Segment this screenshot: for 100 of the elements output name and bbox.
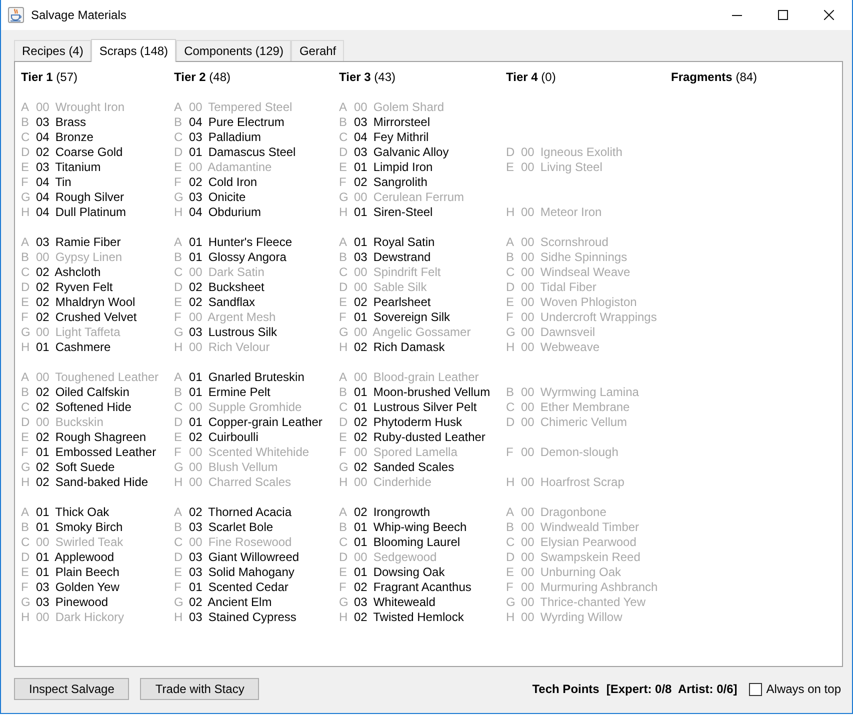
slot-letter: F	[21, 445, 30, 460]
slot-letter: E	[174, 565, 184, 580]
material-entry: 00 Sidhe Spinnings	[521, 250, 628, 265]
slot-letter: H	[506, 205, 516, 220]
slot-letter: C	[174, 265, 184, 280]
action-button[interactable]: Inspect Salvage	[14, 678, 130, 700]
slot-letter: F	[506, 310, 514, 325]
tab[interactable]: Components (129)	[176, 40, 292, 61]
material-entry: 03 Golden Yew	[36, 580, 120, 595]
slot-letter: A	[21, 235, 30, 250]
slot-letter: E	[21, 160, 30, 175]
slot-letter: E	[339, 160, 348, 175]
slot-letter: B	[339, 250, 348, 265]
slot-letter: B	[21, 385, 30, 400]
material-entry: 02 Sanded Scales	[354, 460, 454, 475]
close-icon	[824, 10, 834, 20]
slot-letter: D	[339, 145, 349, 160]
slot-letter: B	[174, 115, 184, 130]
material-entry: 00 Gypsy Linen	[36, 250, 122, 265]
slot-letter: H	[339, 610, 349, 625]
slot-letter: C	[21, 535, 31, 550]
tab[interactable]: Recipes (4)	[14, 40, 92, 61]
slot-letter: A	[506, 235, 516, 250]
slot-letter: C	[174, 535, 184, 550]
slot-letter: E	[339, 295, 348, 310]
material-entry: 01 Lustrous Silver Pelt	[354, 400, 477, 415]
material-entry: 03 Pinewood	[36, 595, 108, 610]
material-entry: 01 Limpid Iron	[354, 160, 433, 175]
slot-letter: H	[174, 475, 184, 490]
material-entry: 02 Ruby-dusted Leather	[354, 430, 486, 445]
checkbox[interactable]	[749, 682, 762, 696]
slot-letter: F	[506, 580, 514, 595]
slot-letter: F	[21, 175, 30, 190]
material-entry: 02 Mhaldryn Wool	[36, 295, 136, 310]
material-entry: 02 Coarse Gold	[36, 145, 123, 160]
slot-letter: A	[339, 505, 348, 520]
material-entry: 00 Unburning Oak	[521, 565, 622, 580]
material-entry: 00 Adamantine	[189, 160, 272, 175]
tab[interactable]: Scraps (148)	[91, 39, 176, 62]
material-entry: 00 Sedgewood	[354, 550, 437, 565]
material-entry: 02 Phytoderm Husk	[354, 415, 462, 430]
material-entry: 01 Embossed Leather	[36, 445, 156, 460]
column-heading: Tier 1 (57)	[21, 70, 78, 85]
material-entry: 04 Bronze	[36, 130, 94, 145]
slot-letter: B	[174, 385, 184, 400]
slot-letter: A	[21, 505, 30, 520]
slot-letter: C	[21, 400, 31, 415]
slot-letter: H	[174, 205, 184, 220]
slot-letter: G	[339, 595, 350, 610]
slot-letter: A	[174, 235, 184, 250]
material-entry: 00 Supple Gromhide	[189, 400, 302, 415]
slot-letter: C	[506, 265, 516, 280]
material-entry: 00 Webweave	[521, 340, 600, 355]
slot-letter: G	[174, 325, 184, 340]
slot-letter: A	[339, 100, 348, 115]
material-entry: 00 Swampskein Reed	[521, 550, 640, 565]
material-entry: 04 Pure Electrum	[189, 115, 284, 130]
slot-letter: D	[506, 145, 516, 160]
slot-letter: G	[339, 460, 350, 475]
slot-letter: G	[21, 460, 32, 475]
material-entry: 02 Ashcloth	[36, 265, 101, 280]
slot-letter: F	[174, 445, 182, 460]
slot-letter: E	[21, 430, 30, 445]
material-entry: 00 Woven Phlogiston	[521, 295, 637, 310]
slot-letter: H	[21, 205, 31, 220]
material-entry: 00 Tempered Steel	[189, 100, 292, 115]
slot-letter: D	[174, 145, 184, 160]
material-entry: 02 Ryven Felt	[36, 280, 113, 295]
material-entry: 02 Thorned Acacia	[189, 505, 292, 520]
slot-letter: D	[339, 550, 349, 565]
material-entry: 01 Gnarled Bruteskin	[189, 370, 304, 385]
slot-letter: H	[174, 610, 184, 625]
material-entry: 01 Dowsing Oak	[354, 565, 445, 580]
slot-letter: C	[21, 130, 31, 145]
action-button[interactable]: Trade with Stacy	[140, 678, 260, 700]
checkbox-label[interactable]: Always on top	[766, 680, 841, 698]
material-entry: 00 Chimeric Vellum	[521, 415, 628, 430]
material-entry: 00 Rich Velour	[189, 340, 270, 355]
slot-letter: B	[506, 385, 516, 400]
material-entry: 00 Hoarfrost Scrap	[521, 475, 624, 490]
material-entry: 00 Windweald Timber	[521, 520, 640, 535]
tab[interactable]: Gerahf	[291, 40, 344, 61]
material-entry: 03 Ramie Fiber	[36, 235, 121, 250]
material-entry: 02 Fragrant Acanthus	[354, 580, 472, 595]
material-entry: 04 Rough Silver	[36, 190, 124, 205]
slot-letter: H	[506, 610, 516, 625]
slot-letter: F	[339, 580, 348, 595]
slot-letter: G	[21, 595, 32, 610]
material-entry: 00 Dark Satin	[189, 265, 264, 280]
slot-letter: F	[339, 175, 348, 190]
slot-letter: G	[174, 595, 184, 610]
material-entry: 00 Spindrift Felt	[354, 265, 441, 280]
slot-letter: E	[174, 430, 184, 445]
material-entry: 04 Obdurium	[189, 205, 262, 220]
material-entry: 00 Ether Membrane	[521, 400, 630, 415]
material-entry: 00 Light Taffeta	[36, 325, 120, 340]
tech-points-label: Tech Points	[532, 681, 600, 698]
slot-letter: D	[339, 280, 349, 295]
slot-letter: H	[21, 475, 31, 490]
material-entry: 00 Scornshroud	[521, 235, 608, 250]
